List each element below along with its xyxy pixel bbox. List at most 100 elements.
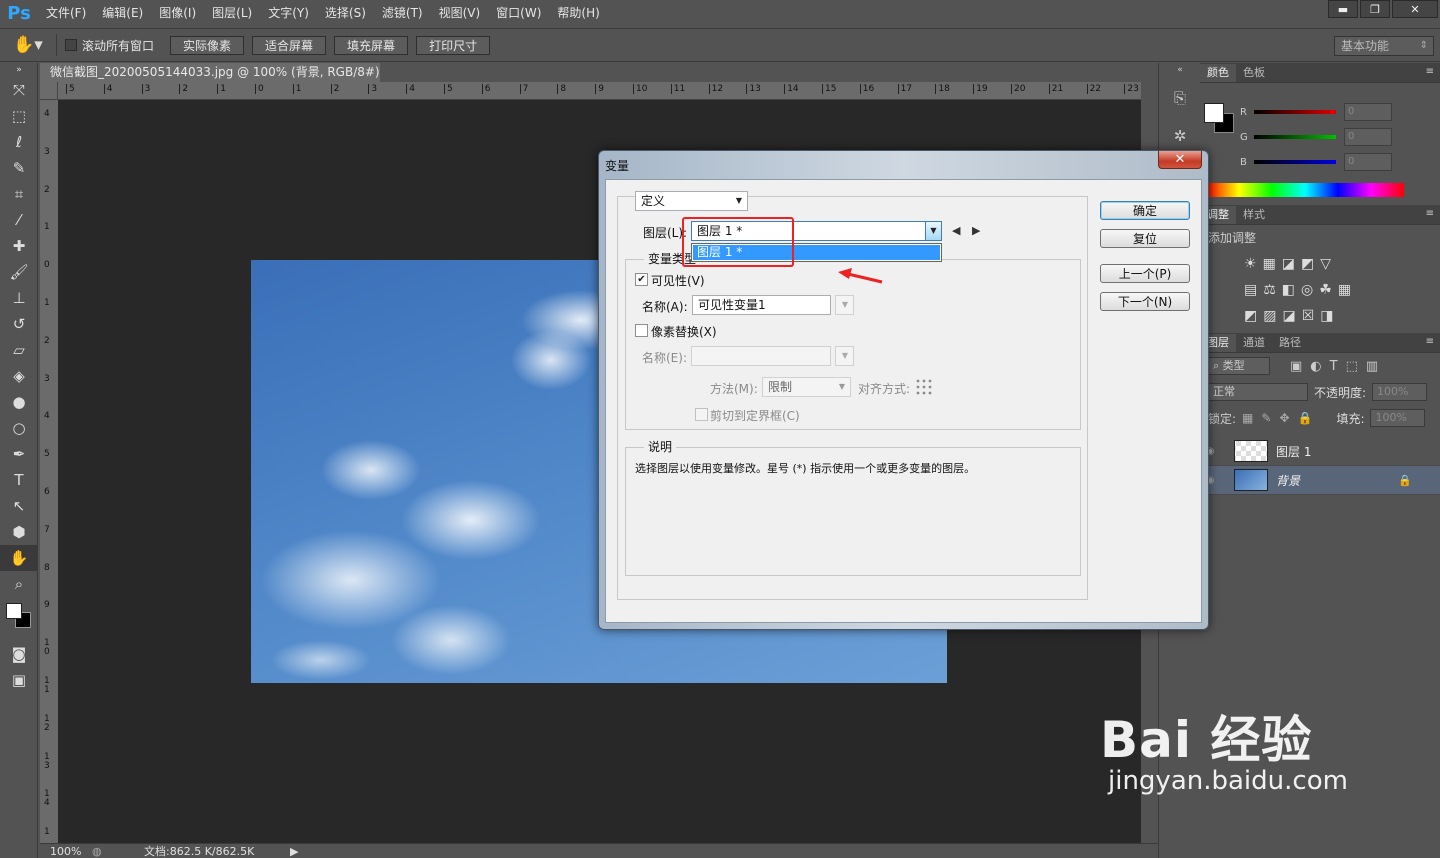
alignment-grid-icon[interactable] <box>915 378 934 397</box>
invert-icon[interactable]: ◩ <box>1244 308 1257 324</box>
history-icon[interactable]: ⎘ <box>1159 85 1201 111</box>
zoom-tool-icon[interactable]: ⌕ <box>0 571 38 597</box>
exposure-icon[interactable]: ◩ <box>1301 256 1314 272</box>
visibility-checkbox[interactable]: ✔ <box>635 273 648 286</box>
print-size-button[interactable]: 打印尺寸 <box>416 35 491 55</box>
name-input[interactable]: 可见性变量1 <box>692 295 831 315</box>
gradient-map-icon[interactable]: ◨ <box>1320 308 1333 324</box>
tab-paths[interactable]: 路径 <box>1272 334 1308 352</box>
posterize-icon[interactable]: ▨ <box>1263 308 1276 324</box>
pen-tool-icon[interactable]: ✒ <box>0 441 38 467</box>
selective-color-icon[interactable]: ☒ <box>1302 308 1315 324</box>
dodge-tool-icon[interactable]: ○ <box>0 415 38 441</box>
clip-checkbox[interactable] <box>695 408 708 421</box>
brightness-icon[interactable]: ☀ <box>1244 256 1257 272</box>
dropdown-arrow-icon[interactable]: ▼ <box>925 222 941 240</box>
quick-select-tool-icon[interactable]: ✎ <box>0 155 38 181</box>
red-value[interactable]: 0 <box>1344 103 1392 121</box>
green-value[interactable]: 0 <box>1344 128 1392 146</box>
tab-styles[interactable]: 样式 <box>1236 206 1272 224</box>
menu-type[interactable]: 文字(Y) <box>260 0 317 27</box>
actual-pixels-button[interactable]: 实际像素 <box>170 35 245 55</box>
checkbox-box[interactable] <box>65 39 77 51</box>
black-white-icon[interactable]: ◧ <box>1282 282 1295 298</box>
blue-value[interactable]: 0 <box>1344 153 1392 171</box>
color-lookup-icon[interactable]: ▦ <box>1338 282 1351 298</box>
panel-menu-icon[interactable]: ≡ <box>1426 336 1434 347</box>
menu-file[interactable]: 文件(F) <box>38 0 94 27</box>
pixel-replace-checkbox[interactable] <box>635 324 648 337</box>
lock-icons[interactable]: ▦✎✥🔒 <box>1242 411 1320 425</box>
green-slider[interactable] <box>1254 135 1336 139</box>
layer-filter-select[interactable]: ⌕ 类型 <box>1208 357 1270 375</box>
panel-menu-icon[interactable]: ≡ <box>1426 208 1434 219</box>
screen-mode-icon[interactable]: ▣ <box>0 667 38 693</box>
menu-window[interactable]: 窗口(W) <box>488 0 549 27</box>
name-dropdown[interactable]: ▼ <box>835 295 854 315</box>
minimize-button[interactable]: ▬ <box>1328 0 1358 18</box>
color-spectrum[interactable] <box>1206 183 1404 197</box>
history-brush-icon[interactable]: ↺ <box>0 311 38 337</box>
layer-row-background[interactable]: ◉ 背景 🔒 <box>1200 466 1440 495</box>
workspace-select[interactable]: 基本功能 ⇕ <box>1334 36 1434 56</box>
name2-dropdown[interactable]: ▼ <box>835 346 854 366</box>
vibrance-icon[interactable]: ▽ <box>1320 256 1331 272</box>
blur-tool-icon[interactable]: ● <box>0 389 38 415</box>
tab-swatches[interactable]: 色板 <box>1236 64 1272 82</box>
lasso-tool-icon[interactable]: ℓ <box>0 129 38 155</box>
hand-icon[interactable]: ✋▾ <box>8 35 48 55</box>
scroll-all-windows-checkbox[interactable]: 滚动所有窗口 <box>65 37 154 54</box>
document-tab[interactable]: 微信截图_20200505144033.jpg @ 100% (背景, RGB/… <box>40 63 380 98</box>
opacity-input[interactable]: 100% <box>1372 383 1428 401</box>
fill-screen-button[interactable]: 填充屏幕 <box>334 35 409 55</box>
fit-screen-button[interactable]: 适合屏幕 <box>252 35 327 55</box>
status-arrow-icon[interactable]: ▶ <box>290 845 298 858</box>
ok-button[interactable]: 确定 <box>1100 201 1190 220</box>
dropdown-arrow-icon[interactable]: ▼ <box>731 192 747 210</box>
levels-icon[interactable]: ▦ <box>1263 256 1276 272</box>
shape-tool-icon[interactable]: ⬢ <box>0 519 38 545</box>
hand-tool-icon[interactable]: ✋ <box>0 545 38 571</box>
filter-icons[interactable]: ▣◐T⬚▥ <box>1290 359 1386 374</box>
next-layer-arrow-icon[interactable]: ▶ <box>972 224 980 237</box>
status-icon[interactable]: ◍ <box>92 845 144 858</box>
crop-tool-icon[interactable]: ⌗ <box>0 181 38 207</box>
navigator-icon[interactable]: ✲ <box>1159 123 1201 149</box>
path-select-tool-icon[interactable]: ↖ <box>0 493 38 519</box>
menu-edit[interactable]: 编辑(E) <box>94 0 151 27</box>
channel-mixer-icon[interactable]: ☘ <box>1319 282 1332 298</box>
marquee-tool-icon[interactable]: ⬚ <box>0 103 38 129</box>
brush-tool-icon[interactable]: 🖌 <box>0 259 38 285</box>
color-balance-icon[interactable]: ⚖ <box>1263 282 1276 298</box>
photo-filter-icon[interactable]: ◎ <box>1301 282 1313 298</box>
prev-layer-arrow-icon[interactable]: ◀ <box>952 224 960 237</box>
menu-filter[interactable]: 滤镜(T) <box>374 0 431 27</box>
tab-color[interactable]: 颜色 <box>1200 64 1236 82</box>
name2-input[interactable] <box>691 346 831 366</box>
collapse-icon[interactable]: » <box>0 63 38 77</box>
close-window-button[interactable]: ✕ <box>1392 0 1438 18</box>
tab-channels[interactable]: 通道 <box>1236 334 1272 352</box>
quick-mask-icon[interactable]: ◙ <box>0 641 38 667</box>
curves-icon[interactable]: ◪ <box>1282 256 1295 272</box>
menu-view[interactable]: 视图(V) <box>431 0 489 27</box>
zoom-level[interactable]: 100% <box>40 845 92 858</box>
define-select[interactable]: 定义 ▼ <box>635 191 748 211</box>
healing-tool-icon[interactable]: ✚ <box>0 233 38 259</box>
stamp-tool-icon[interactable]: ⊥ <box>0 285 38 311</box>
next-button[interactable]: 下一个(N) <box>1100 292 1190 311</box>
menu-help[interactable]: 帮助(H) <box>549 0 607 27</box>
menu-layer[interactable]: 图层(L) <box>204 0 260 27</box>
restore-button[interactable]: ❐ <box>1360 0 1390 18</box>
move-tool-icon[interactable]: ⤧ <box>0 77 38 103</box>
red-slider[interactable] <box>1254 110 1336 114</box>
color-swatches-icon[interactable] <box>0 597 38 641</box>
collapse-icon[interactable]: « <box>1159 63 1201 77</box>
bucket-tool-icon[interactable]: ◈ <box>0 363 38 389</box>
panel-menu-icon[interactable]: ≡ <box>1426 66 1434 77</box>
menu-select[interactable]: 选择(S) <box>317 0 374 27</box>
menu-image[interactable]: 图像(I) <box>151 0 204 27</box>
eyedropper-tool-icon[interactable]: ⁄ <box>0 207 38 233</box>
reset-button[interactable]: 复位 <box>1100 229 1190 248</box>
blue-slider[interactable] <box>1254 160 1336 164</box>
